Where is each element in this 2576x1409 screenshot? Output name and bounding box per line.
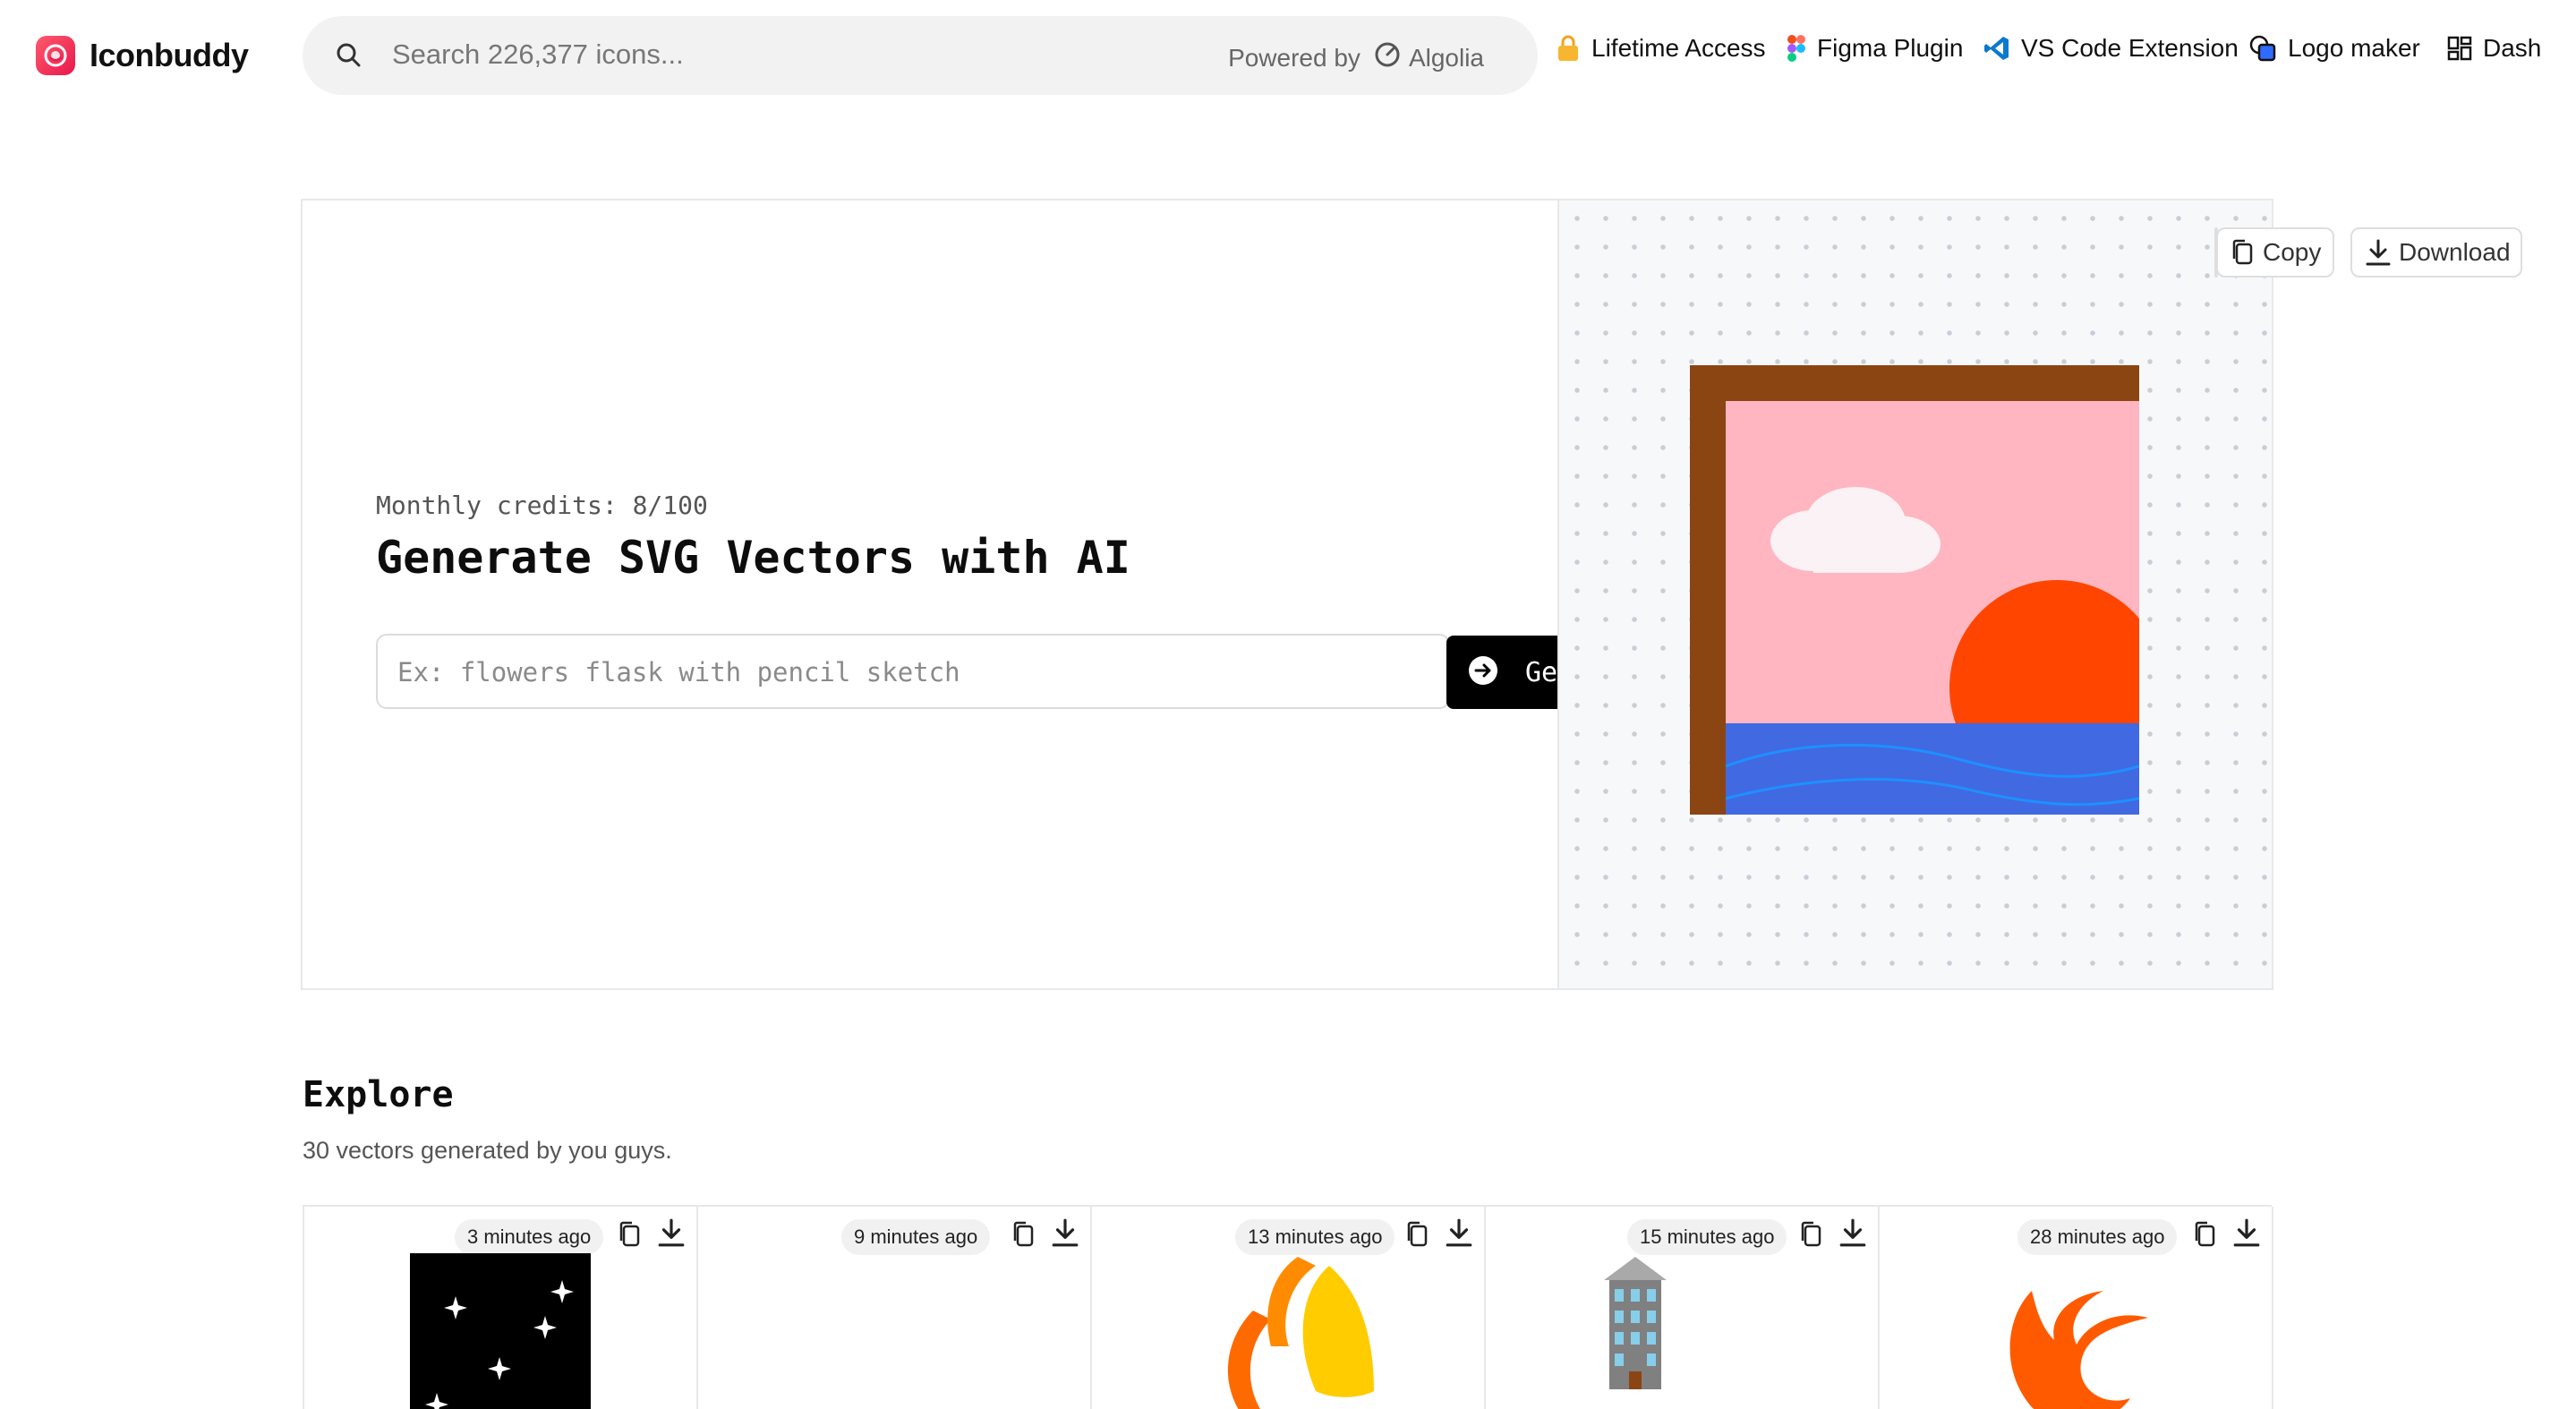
download-button[interactable]: Download	[2350, 227, 2522, 278]
download-icon[interactable]	[657, 1217, 686, 1252]
vscode-icon	[1983, 35, 2010, 62]
figma-icon	[1787, 34, 1806, 63]
download-label: Download	[2399, 238, 2511, 266]
explore-subtitle: 30 vectors generated by you guys.	[303, 1137, 672, 1164]
dashboard-icon	[2447, 36, 2472, 61]
arrow-right-circle-icon	[1468, 655, 1498, 690]
nav-label: Lifetime Access	[1591, 34, 1766, 62]
copy-icon	[2231, 239, 2256, 266]
card-timestamp: 13 minutes ago	[1235, 1219, 1395, 1255]
generator-panel: Monthly credits: 8/100 Generate SVG Vect…	[301, 199, 2522, 990]
download-icon	[2365, 238, 2392, 267]
fire-icon	[2005, 1291, 2166, 1409]
copy-label: Copy	[2263, 238, 2322, 266]
iconbuddy-logo-icon	[36, 36, 75, 75]
explore-grid: 3 minutes ago 9 minutes ago 13 minutes a…	[303, 1205, 2273, 1409]
vector-card[interactable]: 9 minutes ago	[698, 1207, 1092, 1409]
copy-button[interactable]: Copy	[2216, 227, 2334, 278]
algolia-label: Algolia	[1408, 43, 1484, 72]
download-icon[interactable]	[1445, 1217, 1473, 1252]
download-icon[interactable]	[1051, 1217, 1079, 1252]
prompt-input[interactable]: Ex: flowers flask with pencil sketch	[376, 634, 1450, 709]
copy-icon[interactable]	[1405, 1221, 1430, 1252]
nav-dash[interactable]: Dash	[2447, 34, 2541, 63]
search-bar[interactable]: Search 226,377 icons... Powered by Algol…	[303, 16, 1538, 95]
download-icon[interactable]	[2232, 1217, 2261, 1252]
generator-form: Monthly credits: 8/100 Generate SVG Vect…	[303, 201, 1749, 988]
nav-logo-maker[interactable]: Logo maker	[2248, 34, 2420, 63]
nav-label: VS Code Extension	[2021, 34, 2239, 62]
nav-figma-plugin[interactable]: Figma Plugin	[1787, 34, 1963, 63]
copy-icon[interactable]	[2193, 1221, 2218, 1252]
download-icon[interactable]	[1838, 1217, 1867, 1252]
vector-card[interactable]: 15 minutes ago	[1486, 1207, 1880, 1409]
powered-by-algolia[interactable]: Powered by Algolia	[1228, 40, 1484, 75]
preview-canvas: Copy Download	[1559, 201, 2522, 988]
copy-icon[interactable]	[1799, 1221, 1824, 1252]
flame-slices-icon	[1217, 1257, 1387, 1409]
card-timestamp: 3 minutes ago	[455, 1219, 604, 1255]
nav-vscode-extension[interactable]: VS Code Extension	[1983, 34, 2239, 63]
algolia-icon	[1373, 40, 1402, 75]
logo-maker-icon	[2248, 34, 2277, 63]
nav-lifetime-access[interactable]: Lifetime Access	[1556, 34, 1766, 63]
card-timestamp: 15 minutes ago	[1627, 1219, 1787, 1255]
search-input[interactable]: Search 226,377 icons...	[392, 38, 684, 71]
copy-icon[interactable]	[1011, 1221, 1036, 1252]
search-icon	[333, 39, 365, 76]
monthly-credits: Monthly credits: 8/100	[376, 491, 708, 520]
vector-card[interactable]: 13 minutes ago	[1092, 1207, 1486, 1409]
vector-card[interactable]: 28 minutes ago	[1880, 1207, 2273, 1409]
starry-night-icon	[410, 1253, 591, 1409]
top-navbar: Iconbuddy Search 226,377 icons... Powere…	[0, 0, 2576, 111]
nav-label: Logo maker	[2288, 34, 2420, 62]
powered-by-label: Powered by	[1228, 43, 1361, 72]
lock-icon	[1556, 34, 1581, 63]
prompt-placeholder: Ex: flowers flask with pencil sketch	[397, 657, 960, 687]
copy-icon[interactable]	[618, 1221, 643, 1252]
vector-card[interactable]: 3 minutes ago	[304, 1207, 698, 1409]
framed-sunset-icon	[1690, 365, 2141, 821]
brand-logo[interactable]: Iconbuddy	[36, 36, 249, 75]
nav-label: Dash	[2483, 34, 2542, 62]
explore-heading: Explore	[303, 1074, 454, 1115]
card-timestamp: 28 minutes ago	[2017, 1219, 2178, 1255]
card-timestamp: 9 minutes ago	[841, 1219, 991, 1255]
building-icon	[1604, 1257, 1667, 1394]
nav-label: Figma Plugin	[1817, 34, 1964, 62]
brand-name: Iconbuddy	[90, 37, 249, 73]
page-title: Generate SVG Vectors with AI	[376, 532, 1130, 584]
